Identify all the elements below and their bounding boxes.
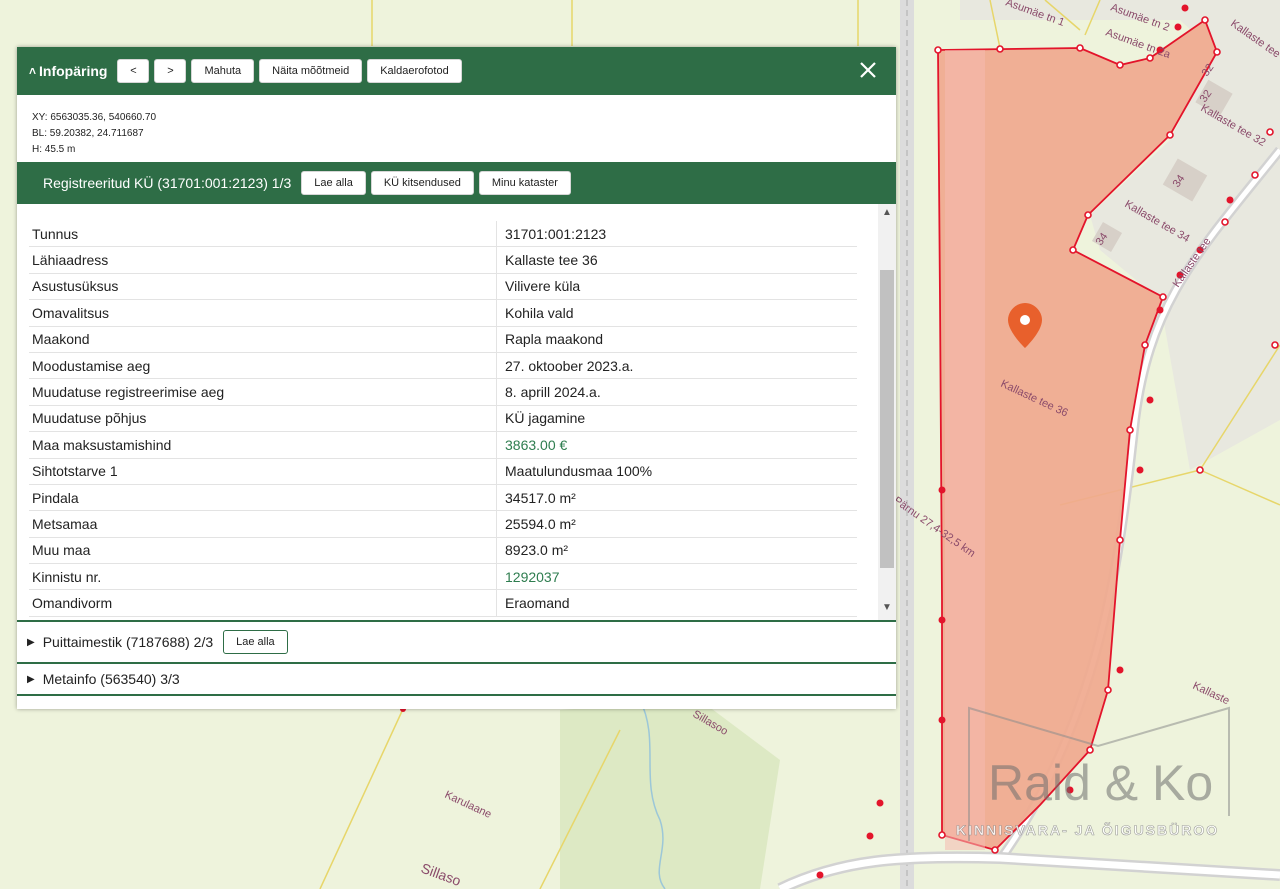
table-row: Pindala 34517.0 m² <box>29 484 857 512</box>
scrollbar[interactable]: ▲ ▼ <box>878 204 896 620</box>
coord-bl: BL: 59.20382, 24.711687 <box>32 128 144 139</box>
prev-button[interactable]: < <box>117 59 150 83</box>
table-row: Omavalitsus Kohila vald <box>29 299 857 327</box>
accordion-download-button[interactable]: Lae alla <box>223 630 288 654</box>
table-row: Muudatuse registreerimise aeg 8. aprill 2… <box>29 378 857 406</box>
accordion-item-puittaimestik[interactable]: ▶ Puittaimestik (7187688) 2/3 Lae alla <box>17 620 896 662</box>
close-icon[interactable] <box>856 58 880 82</box>
row-key: Maa maksustamishind <box>29 431 497 459</box>
row-key: Muu maa <box>29 537 497 565</box>
table-row: Sihtotstarve 1 Maatulundusmaa 100% <box>29 458 857 485</box>
panel-header: ˄ Infopäring < > Mahuta Näita mõõtmeid K… <box>17 47 896 95</box>
coordinates-block: XY: 6563035.36, 540660.70 BL: 59.20382, … <box>17 95 896 155</box>
accordion-item-metainfo[interactable]: ▶ Metainfo (563540) 3/3 <box>17 662 896 696</box>
row-key: Omavalitsus <box>29 299 497 327</box>
table-row: Muudatuse põhjus KÜ jagamine <box>29 405 857 433</box>
info-panel: ˄ Infopäring < > Mahuta Näita mõõtmeid K… <box>17 47 896 709</box>
row-value: 8. aprill 2024.a. <box>496 378 857 406</box>
show-measurements-button[interactable]: Näita mõõtmeid <box>259 59 363 83</box>
coord-h: H: 45.5 m <box>32 144 76 155</box>
download-button[interactable]: Lae alla <box>301 171 366 195</box>
row-key: Lähiaadress <box>29 246 497 274</box>
attribute-table: Tunnus 31701:001:2123 Lähiaadress Kallaste … <box>29 221 857 617</box>
table-row: Maa maksustamishind 3863.00 € <box>29 431 857 459</box>
section-title: Registreeritud KÜ (31701:001:2123) 1/3 <box>43 175 292 191</box>
row-value-link[interactable]: 1292037 <box>496 563 857 591</box>
row-key: Moodustamise aeg <box>29 352 497 380</box>
aerial-photos-button[interactable]: Kaldaerofotod <box>367 59 462 83</box>
attribute-table-scroll[interactable]: Tunnus 31701:001:2123 Lähiaadress Kallaste … <box>17 204 896 620</box>
row-value: 8923.0 m² <box>496 537 857 565</box>
fit-button[interactable]: Mahuta <box>191 59 255 83</box>
accordion-item-title: Metainfo (563540) 3/3 <box>42 671 180 687</box>
table-row: Asustusüksus Vilivere küla <box>29 273 857 301</box>
next-button[interactable]: > <box>154 59 187 83</box>
row-key: Tunnus <box>29 221 497 248</box>
row-value: 27. oktoober 2023.a. <box>496 352 857 380</box>
row-key: Sihtotstarve 1 <box>29 458 497 485</box>
row-key: Kinnistu nr. <box>29 563 497 591</box>
row-value: 34517.0 m² <box>496 484 857 512</box>
scroll-down-icon[interactable]: ▼ <box>878 602 896 618</box>
table-row: Omandivorm Eraomand <box>29 589 857 617</box>
double-chevron-up-icon: ˄ <box>29 64 37 78</box>
accordion-item-title: Puittaimestik (7187688) 2/3 <box>42 634 214 650</box>
my-cadastre-button[interactable]: Minu kataster <box>478 171 571 195</box>
caret-right-icon: ▶ <box>27 673 35 685</box>
caret-right-icon: ▶ <box>27 636 35 648</box>
table-row: Moodustamise aeg 27. oktoober 2023.a. <box>29 352 857 380</box>
restrictions-button[interactable]: KÜ kitsendused <box>370 171 474 195</box>
row-value: KÜ jagamine <box>496 405 857 433</box>
row-key: Metsamaa <box>29 510 497 538</box>
row-value-link[interactable]: 3863.00 € <box>496 431 857 459</box>
row-key: Pindala <box>29 484 497 512</box>
table-row: Maakond Rapla maakond <box>29 326 857 353</box>
row-value: Maatulundusmaa 100% <box>496 458 857 485</box>
table-row: Muu maa 8923.0 m² <box>29 537 857 565</box>
scroll-up-icon[interactable]: ▲ <box>878 207 896 223</box>
panel-title: Infopäring <box>39 63 108 79</box>
table-row: Kinnistu nr. 1292037 <box>29 563 857 591</box>
row-key: Omandivorm <box>29 589 497 617</box>
row-value: Rapla maakond <box>496 326 857 353</box>
row-key: Muudatuse registreerimise aeg <box>29 378 497 406</box>
table-row: Metsamaa 25594.0 m² <box>29 510 857 538</box>
row-value: Vilivere küla <box>496 273 857 301</box>
coord-xy: XY: 6563035.36, 540660.70 <box>32 112 157 123</box>
row-key: Asustusüksus <box>29 273 497 301</box>
row-value: Kohila vald <box>496 299 857 327</box>
panel-title-collapse[interactable]: ˄ Infopäring <box>29 63 107 79</box>
scrollbar-thumb[interactable] <box>880 270 894 568</box>
row-value: Kallaste tee 36 <box>496 246 857 274</box>
row-value: 31701:001:2123 <box>496 221 857 248</box>
table-row: Lähiaadress Kallaste tee 36 <box>29 246 857 274</box>
table-row: Tunnus 31701:001:2123 <box>29 221 857 248</box>
row-value: Eraomand <box>496 589 857 617</box>
row-key: Muudatuse põhjus <box>29 405 497 433</box>
row-value: 25594.0 m² <box>496 510 857 538</box>
section-header: Registreeritud KÜ (31701:001:2123) 1/3 L… <box>17 162 896 204</box>
row-key: Maakond <box>29 326 497 353</box>
